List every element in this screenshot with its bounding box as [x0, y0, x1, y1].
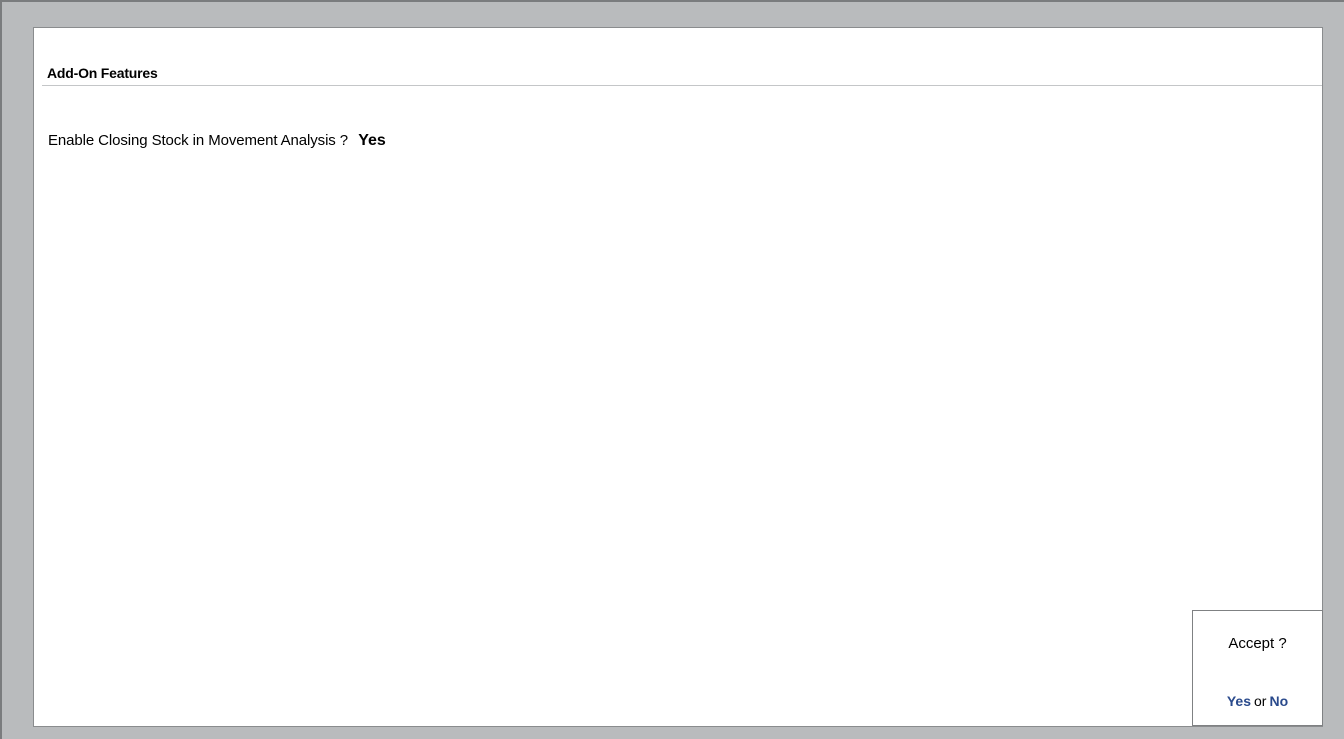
panel-title: Add-On Features: [47, 65, 158, 81]
accept-options-separator: or: [1254, 693, 1267, 709]
accept-yes-button[interactable]: Yes: [1227, 693, 1251, 709]
accept-question: Accept ?: [1228, 635, 1287, 652]
accept-options: Yes or No: [1193, 693, 1322, 709]
closing-stock-field-value[interactable]: Yes: [358, 132, 386, 149]
accept-no-button[interactable]: No: [1269, 693, 1288, 709]
title-divider: [42, 85, 1322, 86]
closing-stock-field-label: Enable Closing Stock in Movement Analysi…: [48, 132, 349, 149]
closing-stock-field-row: Enable Closing Stock in Movement Analysi…: [48, 132, 386, 150]
add-on-features-panel: Add-On Features Enable Closing Stock in …: [33, 27, 1323, 727]
accept-dialog: Accept ? Yes or No: [1192, 610, 1323, 726]
